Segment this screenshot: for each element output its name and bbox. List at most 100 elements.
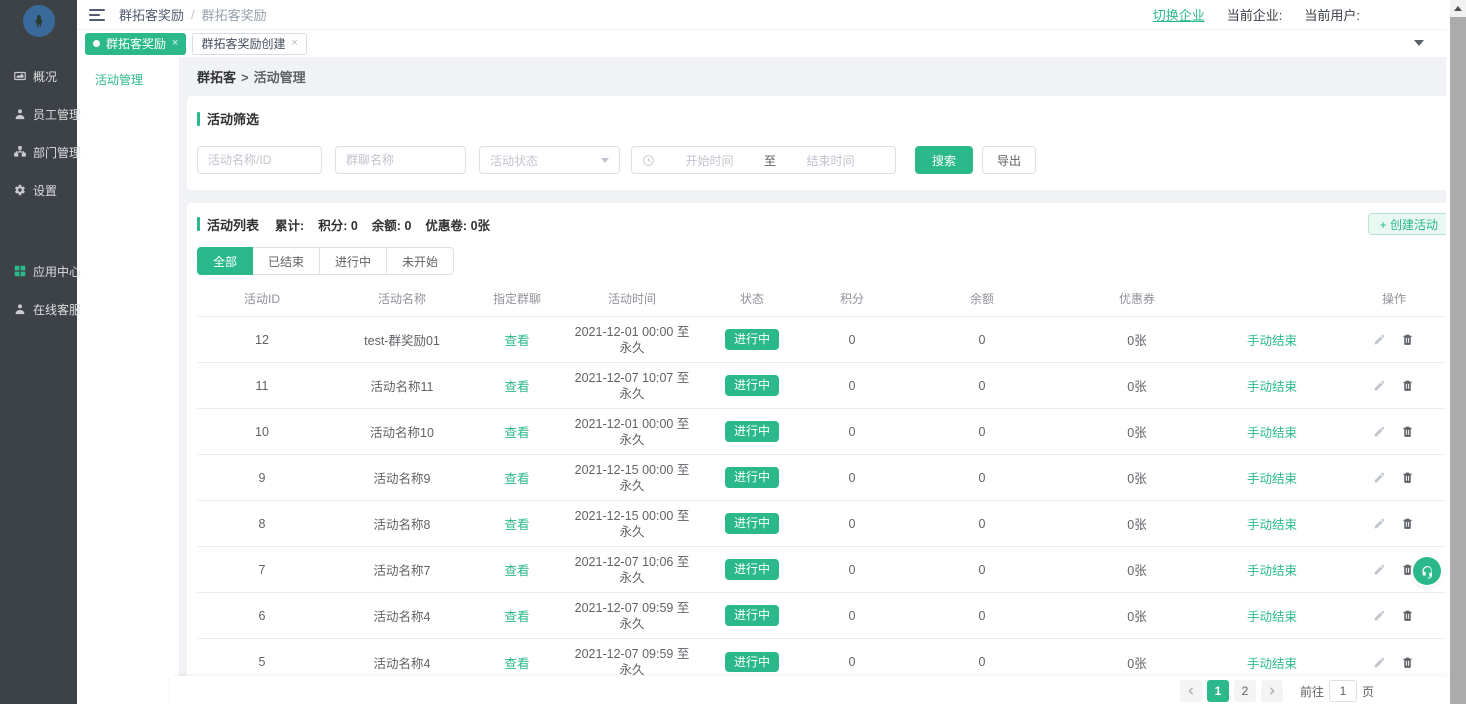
- sidebar-item-overview[interactable]: 概况: [0, 57, 77, 95]
- manual-end-link[interactable]: 手动结束: [1247, 514, 1297, 533]
- pagination-next-button[interactable]: [1261, 680, 1283, 702]
- activity-status-select[interactable]: 活动状态: [479, 146, 620, 174]
- table-row: 7 活动名称7 查看 2021-12-07 10:06 至 永久 进行中 0 0…: [197, 547, 1450, 593]
- app-nav: 概况 员工管理 部门管理 设置 应用中心 在线客服: [0, 37, 77, 328]
- cell-status: 进行中: [707, 559, 797, 579]
- title-bar-icon: [197, 217, 200, 231]
- tab-group-reward[interactable]: 群拓客奖励 ×: [85, 33, 186, 55]
- header-breadcrumb-root[interactable]: 群拓客奖励: [119, 5, 184, 24]
- status-tab-all[interactable]: 全部: [197, 247, 253, 275]
- delete-icon[interactable]: [1401, 379, 1414, 392]
- activity-name-input[interactable]: [197, 146, 322, 174]
- cell-balance: 0: [907, 425, 1057, 439]
- customer-service-button[interactable]: [1413, 557, 1441, 585]
- group-name-input[interactable]: [335, 146, 466, 174]
- breadcrumb-separator: /: [191, 7, 195, 22]
- manual-end-link[interactable]: 手动结束: [1247, 606, 1297, 625]
- cell-balance: 0: [907, 655, 1057, 669]
- view-group-link[interactable]: 查看: [477, 606, 557, 625]
- sidebar-item-employees[interactable]: 员工管理: [0, 95, 77, 133]
- cell-activity-id: 9: [197, 471, 327, 485]
- tab-label: 群拓客奖励: [106, 35, 166, 52]
- manual-end-link[interactable]: 手动结束: [1247, 653, 1297, 672]
- view-group-link[interactable]: 查看: [477, 653, 557, 672]
- close-icon[interactable]: ×: [172, 38, 178, 49]
- delete-icon[interactable]: [1401, 333, 1414, 346]
- cell-activity-id: 6: [197, 609, 327, 623]
- goto-page-input[interactable]: [1329, 680, 1357, 702]
- manual-end-link[interactable]: 手动结束: [1247, 422, 1297, 441]
- delete-icon[interactable]: [1401, 656, 1414, 669]
- content-row: 活动管理 群拓客>活动管理 活动筛选 活: [77, 57, 1466, 704]
- sidebar-item-settings[interactable]: 设置: [0, 171, 77, 209]
- nav-spacer: [0, 209, 77, 252]
- export-button[interactable]: 导出: [982, 146, 1036, 174]
- create-activity-button[interactable]: + 创建活动: [1368, 213, 1450, 235]
- edit-icon[interactable]: [1373, 563, 1386, 576]
- sidebar-item-departments[interactable]: 部门管理: [0, 133, 77, 171]
- view-group-link[interactable]: 查看: [477, 376, 557, 395]
- menu-toggle-icon[interactable]: [89, 9, 105, 21]
- manual-end-link[interactable]: 手动结束: [1247, 560, 1297, 579]
- active-dot-icon: [93, 40, 100, 47]
- cell-status: 进行中: [707, 375, 797, 395]
- scrollbar-thumb[interactable]: [1450, 17, 1466, 704]
- date-range-picker[interactable]: 开始时间 至 结束时间: [631, 146, 896, 174]
- delete-icon[interactable]: [1401, 471, 1414, 484]
- status-tab-ended[interactable]: 已结束: [252, 247, 320, 275]
- sidebar-item-app-center[interactable]: 应用中心: [0, 252, 77, 290]
- pagination-page-2[interactable]: 2: [1234, 680, 1256, 702]
- delete-icon[interactable]: [1401, 517, 1414, 530]
- table-body: 12 test-群奖励01 查看 2021-12-01 00:00 至 永久 进…: [197, 317, 1450, 685]
- pagination-page-1[interactable]: 1: [1207, 680, 1229, 702]
- delete-icon[interactable]: [1401, 609, 1414, 622]
- pagination-prev-button[interactable]: [1180, 680, 1202, 702]
- edit-icon[interactable]: [1373, 471, 1386, 484]
- status-badge: 进行中: [725, 605, 779, 625]
- manual-end-link[interactable]: 手动结束: [1247, 468, 1297, 487]
- cell-actions: 手动结束: [1217, 606, 1450, 625]
- edit-icon[interactable]: [1373, 656, 1386, 669]
- cell-points: 0: [797, 655, 907, 669]
- view-group-link[interactable]: 查看: [477, 422, 557, 441]
- status-tab-not-started[interactable]: 未开始: [386, 247, 454, 275]
- sidebar-item-label: 在线客服: [33, 301, 81, 318]
- cell-coupons: 0张: [1057, 422, 1217, 441]
- cell-activity-name: 活动名称9: [327, 468, 477, 487]
- scrollbar-up-arrow-icon[interactable]: [1450, 0, 1466, 17]
- view-group-link[interactable]: 查看: [477, 468, 557, 487]
- chevron-down-icon[interactable]: [1414, 40, 1424, 46]
- manual-end-link[interactable]: 手动结束: [1247, 330, 1297, 349]
- status-badge: 进行中: [725, 329, 779, 349]
- delete-icon[interactable]: [1401, 425, 1414, 438]
- search-button[interactable]: 搜索: [915, 146, 973, 174]
- summary-balance: 余额: 0: [372, 215, 412, 234]
- manual-end-link[interactable]: 手动结束: [1247, 376, 1297, 395]
- edit-icon[interactable]: [1373, 333, 1386, 346]
- cell-coupons: 0张: [1057, 330, 1217, 349]
- header-right: 切换企业 当前企业: 当前用户:: [1153, 5, 1360, 24]
- sub-sidebar: 活动管理: [77, 57, 179, 704]
- status-badge: 进行中: [725, 559, 779, 579]
- view-group-link[interactable]: 查看: [477, 330, 557, 349]
- view-group-link[interactable]: 查看: [477, 514, 557, 533]
- cell-coupons: 0张: [1057, 376, 1217, 395]
- vertical-scrollbar[interactable]: [1450, 0, 1466, 704]
- app-grid-icon: [13, 264, 27, 278]
- cell-balance: 0: [907, 379, 1057, 393]
- switch-company-link[interactable]: 切换企业: [1153, 5, 1205, 24]
- close-icon[interactable]: ×: [291, 38, 297, 49]
- title-bar-icon: [197, 112, 200, 126]
- col-activity-name: 活动名称: [327, 290, 477, 307]
- edit-icon[interactable]: [1373, 425, 1386, 438]
- sidebar-item-online-service[interactable]: 在线客服: [0, 290, 77, 328]
- edit-icon[interactable]: [1373, 609, 1386, 622]
- activity-list-card: 活动列表 累计: 积分: 0 余额: 0 优惠卷: 0张 + 创建活动 全部 已…: [187, 203, 1460, 678]
- tab-group-reward-create[interactable]: 群拓客奖励创建 ×: [192, 33, 306, 55]
- edit-icon[interactable]: [1373, 379, 1386, 392]
- edit-icon[interactable]: [1373, 517, 1386, 530]
- headset-icon: [1420, 564, 1435, 579]
- status-tab-running[interactable]: 进行中: [319, 247, 387, 275]
- submenu-item-activity-management[interactable]: 活动管理: [77, 65, 179, 94]
- view-group-link[interactable]: 查看: [477, 560, 557, 579]
